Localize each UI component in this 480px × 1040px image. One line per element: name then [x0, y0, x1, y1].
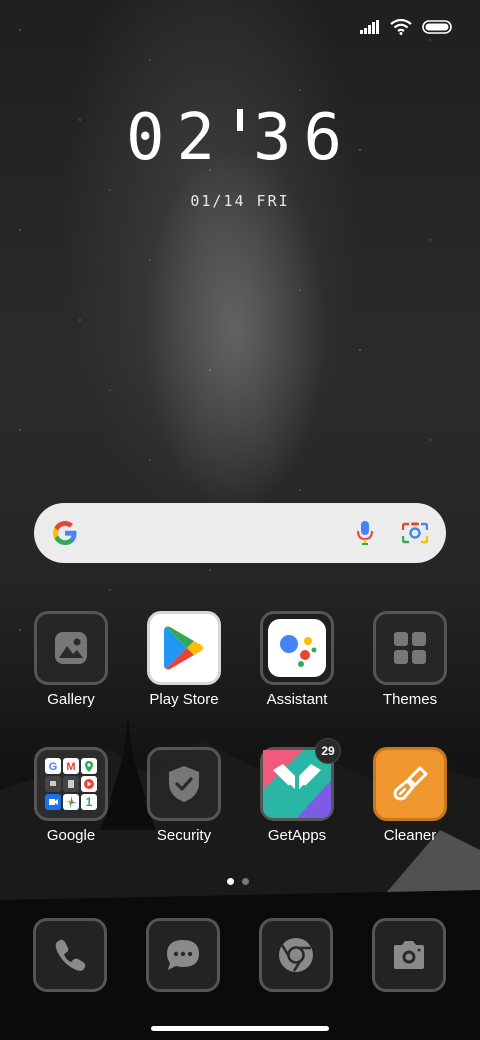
phone-icon: [55, 939, 86, 971]
chrome-icon: [279, 938, 313, 972]
clock-hours: 02: [125, 101, 227, 175]
app-label-google: Google: [46, 827, 96, 844]
svg-text:1: 1: [86, 795, 93, 809]
getapps-tile[interactable]: 29: [260, 738, 341, 821]
battery-icon: [422, 20, 452, 34]
app-label-gallery: Gallery: [47, 691, 95, 708]
google-search-bar[interactable]: [34, 503, 446, 563]
themes-icon: [394, 632, 426, 664]
themes-tile[interactable]: [373, 611, 447, 685]
home-gesture-bar[interactable]: [151, 1026, 329, 1031]
play-store-tile[interactable]: [147, 611, 221, 685]
notification-badge: 29: [315, 738, 341, 764]
page-indicator: [227, 878, 249, 885]
app-getapps[interactable]: 29 GetApps: [247, 738, 347, 844]
app-label-play-store: Play Store: [149, 691, 219, 708]
app-label-security: Security: [156, 827, 212, 844]
page-dot-2[interactable]: [242, 878, 249, 885]
microphone-icon[interactable]: [356, 520, 374, 546]
app-play-store[interactable]: Play Store: [134, 611, 234, 708]
dock-chrome[interactable]: [259, 918, 333, 992]
signal-bars-icon: [360, 20, 379, 34]
shield-check-icon: [169, 766, 199, 802]
status-bar: [360, 14, 452, 40]
cleaner-tile[interactable]: [373, 747, 447, 821]
app-themes[interactable]: Themes: [360, 611, 460, 708]
dock-messages[interactable]: [146, 918, 220, 992]
clock-widget[interactable]: 02 36: [0, 102, 480, 174]
date-label: 01/14 FRI: [190, 192, 290, 210]
messages-icon: [167, 940, 199, 970]
app-label-assistant: Assistant: [266, 691, 328, 708]
dock-camera[interactable]: [372, 918, 446, 992]
google-folder-icon: G M 1: [45, 758, 97, 810]
app-assistant[interactable]: Assistant: [247, 611, 347, 708]
svg-text:M: M: [66, 761, 75, 773]
app-gallery[interactable]: Gallery: [21, 611, 121, 708]
google-g-icon: [53, 521, 77, 545]
broom-icon: [393, 766, 428, 801]
app-cleaner[interactable]: Cleaner: [360, 747, 460, 844]
assistant-tile[interactable]: [260, 611, 334, 685]
wifi-icon: [390, 19, 412, 35]
gallery-icon: [55, 632, 87, 664]
camera-icon: [394, 941, 424, 969]
play-store-icon: [164, 626, 203, 670]
app-security[interactable]: Security: [134, 747, 234, 844]
dock-phone[interactable]: [33, 918, 107, 992]
security-tile[interactable]: [147, 747, 221, 821]
google-folder-tile[interactable]: G M 1: [34, 747, 108, 821]
app-label-themes: Themes: [382, 691, 438, 708]
gallery-tile[interactable]: [34, 611, 108, 685]
assistant-icon: [268, 619, 326, 677]
app-label-cleaner: Cleaner: [383, 827, 437, 844]
lens-camera-icon[interactable]: [402, 521, 428, 545]
page-dot-1[interactable]: [227, 878, 234, 885]
svg-text:G: G: [49, 761, 58, 773]
app-google-folder[interactable]: G M 1 Google: [21, 747, 121, 844]
clock-minutes: 36: [253, 101, 355, 175]
app-label-getapps: GetApps: [267, 827, 327, 844]
